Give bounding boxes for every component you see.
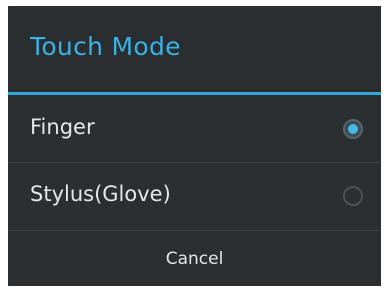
option-finger[interactable]: Finger bbox=[8, 96, 381, 162]
radio-dot-icon bbox=[348, 124, 358, 134]
touch-mode-dialog: Touch Mode Finger Stylus(Glove) Cancel bbox=[8, 6, 381, 286]
radio-stylus-unselected-icon[interactable] bbox=[343, 186, 363, 206]
dialog-title: Touch Mode bbox=[30, 32, 181, 61]
option-stylus-glove-label: Stylus(Glove) bbox=[30, 182, 171, 206]
dialog-title-bar: Touch Mode bbox=[8, 6, 381, 92]
cancel-button[interactable]: Cancel bbox=[8, 231, 381, 286]
option-stylus-glove[interactable]: Stylus(Glove) bbox=[8, 163, 381, 229]
option-finger-label: Finger bbox=[30, 115, 95, 139]
radio-finger-selected-icon[interactable] bbox=[343, 119, 363, 139]
title-divider bbox=[8, 92, 381, 95]
